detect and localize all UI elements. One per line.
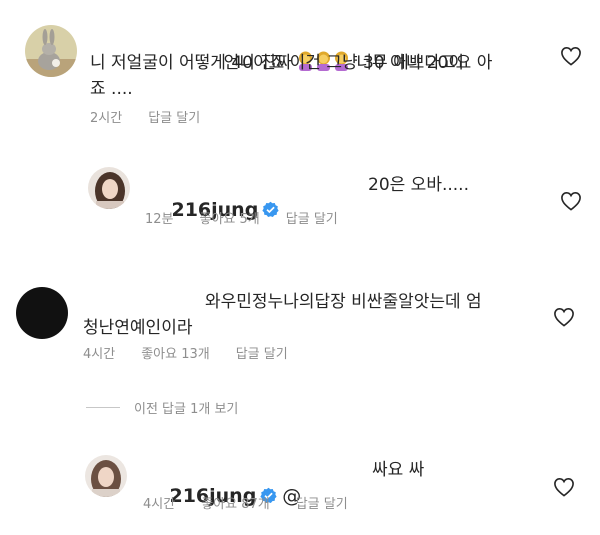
comment-meta: 4시간 좋아요 13개 답글 달기 [83,343,314,362]
reply-button[interactable]: 답글 달기 [286,212,338,227]
comment-time: 2시간 [90,111,123,126]
avatar-rabbit[interactable] [25,25,77,77]
view-previous-replies-label[interactable]: 이전 답글 1개 보기 [134,398,238,417]
heart-icon[interactable] [560,46,582,66]
reply-button[interactable]: 답글 달기 [296,497,348,512]
comment-text-line: 니 저얼굴이 어떻게 40이죠 이건 그냥 30 아니 20이 [90,53,465,73]
avatar-216jung[interactable] [88,167,130,209]
comment-text-line: 죠 .... [90,79,133,99]
heart-icon[interactable] [553,307,575,327]
comment-time: 12분 [145,212,174,227]
divider-line [86,407,120,408]
avatar-216jung[interactable] [85,455,127,497]
comment-text: 싸요 싸 [372,460,425,480]
reply-button[interactable]: 답글 달기 [148,111,200,126]
heart-icon[interactable] [553,477,575,497]
comment-text-line: 청난연예인이라 [83,318,193,338]
heart-icon[interactable] [560,191,582,211]
reply-button[interactable]: 답글 달기 [236,347,288,362]
likes-count[interactable]: 좋아요 13개 [141,347,210,362]
comment-meta: 4시간 좋아요 87개 답글 달기 [143,493,374,512]
view-previous-replies[interactable]: 이전 답글 1개 보기 [86,398,238,417]
comment-time: 4시간 [83,347,116,362]
avatar-black[interactable] [16,287,68,339]
comment-text: 20은 오바..... [368,175,469,195]
likes-count[interactable]: 좋아요 5개 [200,212,260,227]
likes-count[interactable]: 좋아요 87개 [201,497,270,512]
comment-time: 4시간 [143,497,176,512]
comment-text-line: 와우민정누나의답장 비싼줄알앗는데 엄 [205,292,482,312]
comment-meta: 12분 좋아요 5개 답글 달기 [145,208,364,227]
comment-meta: 2시간 답글 달기 [90,107,226,126]
